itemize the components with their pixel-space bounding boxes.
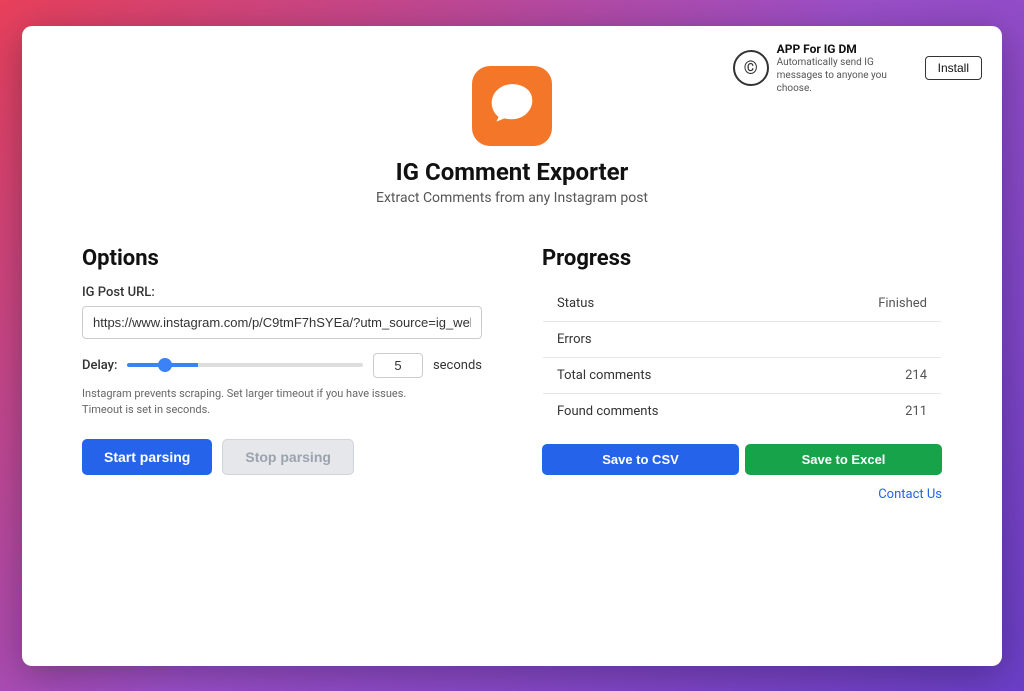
delay-label: Delay: (82, 358, 117, 373)
options-title: Options (82, 246, 482, 271)
app-window: © APP For IG DM Automatically send IG me… (22, 26, 1002, 666)
progress-table: StatusFinishedErrorsTotal comments214Fou… (542, 285, 942, 430)
hint-text: Instagram prevents scraping. Set larger … (82, 386, 422, 419)
ad-subtitle: Automatically send IG messages to anyone… (777, 56, 917, 95)
main-content: Options IG Post URL: Delay: seconds Inst… (62, 246, 962, 502)
progress-row-value: Finished (793, 285, 942, 321)
progress-row: Total comments214 (543, 357, 942, 393)
progress-row-value: 211 (793, 393, 942, 429)
action-buttons: Start parsing Stop parsing (82, 439, 482, 475)
progress-row-label: Errors (543, 321, 793, 357)
download-icon (487, 81, 537, 131)
ad-icon: © (733, 50, 769, 86)
ad-text: APP For IG DM Automatically send IG mess… (777, 42, 917, 95)
options-panel: Options IG Post URL: Delay: seconds Inst… (82, 246, 482, 475)
app-subtitle: Extract Comments from any Instagram post (376, 190, 648, 206)
progress-row-label: Total comments (543, 357, 793, 393)
ad-banner: © APP For IG DM Automatically send IG me… (733, 42, 982, 95)
ad-title: APP For IG DM (777, 42, 917, 56)
stop-button: Stop parsing (222, 439, 354, 475)
progress-row-label: Status (543, 285, 793, 321)
delay-row: Delay: seconds (82, 353, 482, 378)
start-button[interactable]: Start parsing (82, 439, 212, 475)
delay-slider[interactable] (127, 363, 362, 367)
progress-row-value (793, 321, 942, 357)
progress-row: StatusFinished (543, 285, 942, 321)
progress-title: Progress (542, 246, 942, 271)
progress-panel: Progress StatusFinishedErrorsTotal comme… (542, 246, 942, 502)
app-title: IG Comment Exporter (396, 158, 629, 186)
app-logo (472, 66, 552, 146)
url-input[interactable] (82, 306, 482, 339)
progress-row-label: Found comments (543, 393, 793, 429)
progress-row-value: 214 (793, 357, 942, 393)
save-buttons: Save to CSV Save to Excel (542, 444, 942, 475)
progress-row: Found comments211 (543, 393, 942, 429)
install-button[interactable]: Install (925, 56, 982, 80)
progress-row: Errors (543, 321, 942, 357)
delay-unit: seconds (433, 358, 482, 373)
url-label: IG Post URL: (82, 285, 482, 300)
contact-link[interactable]: Contact Us (542, 487, 942, 502)
save-excel-button[interactable]: Save to Excel (745, 444, 942, 475)
delay-value-input[interactable] (373, 353, 423, 378)
save-csv-button[interactable]: Save to CSV (542, 444, 739, 475)
